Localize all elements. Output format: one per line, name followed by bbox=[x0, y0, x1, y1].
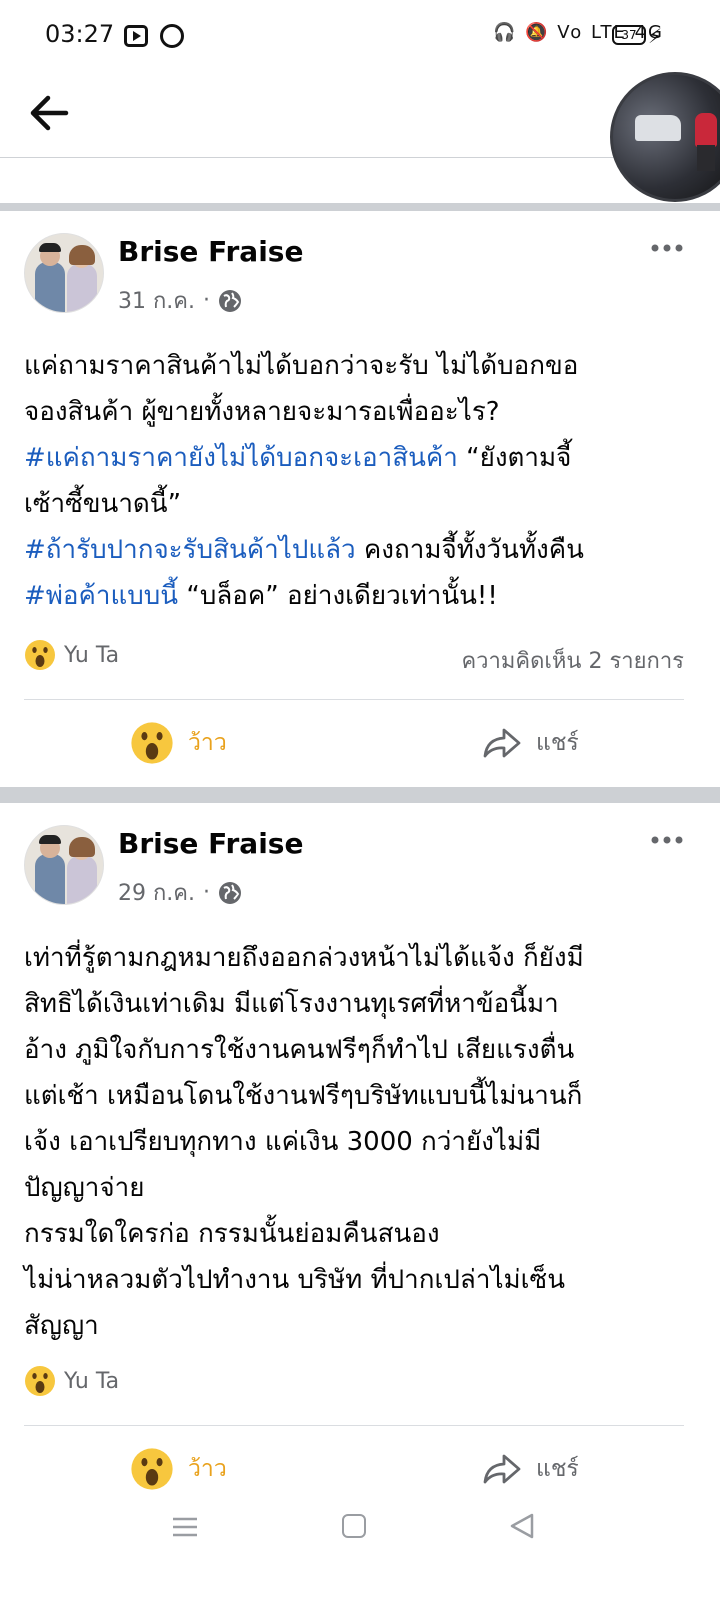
comments-count[interactable]: ความคิดเห็น 2 รายการ bbox=[461, 643, 684, 678]
post-text-line: กรรมใดใครก่อ กรรมนั้นย่อมคืนสนอง bbox=[24, 1211, 696, 1257]
post-text-segment: แต่เช้า เหมือนโดนใช้งานฟรีๆบริษัทแบบนี้ไ… bbox=[24, 1081, 583, 1111]
status-time: 03:27 bbox=[45, 20, 115, 48]
globe-icon bbox=[219, 881, 242, 904]
meta-separator: · bbox=[203, 288, 211, 313]
share-icon bbox=[483, 1454, 521, 1484]
post-text-line: สัญญา bbox=[24, 1303, 696, 1349]
post-text-segment: แค่ถามราคาสินค้าไม่ได้บอกว่าจะรับ ไม่ได้… bbox=[24, 351, 579, 381]
wow-label: ว้าว bbox=[188, 1456, 227, 1482]
avatar-figure bbox=[67, 856, 97, 904]
avatar-figure bbox=[69, 837, 95, 857]
hashtag-link[interactable]: #ถ้ารับปากจะรับสินค้าไปแล้ว bbox=[24, 535, 356, 565]
share-button[interactable]: แชร์ bbox=[482, 713, 579, 773]
feed-divider bbox=[0, 787, 720, 803]
post-text-line: แค่ถามราคาสินค้าไม่ได้บอกว่าจะรับ ไม่ได้… bbox=[24, 343, 696, 389]
recent-apps-icon[interactable] bbox=[172, 1516, 198, 1538]
post-text-segment: ปัญญาจ่าย bbox=[24, 1173, 145, 1203]
share-button[interactable]: แชร์ bbox=[482, 1439, 579, 1499]
hashtag-link[interactable]: #แค่ถามราคายังไม่ได้บอกจะเอาสินค้า bbox=[24, 443, 458, 473]
van-image-part bbox=[635, 115, 681, 141]
back-arrow-icon[interactable] bbox=[26, 90, 72, 136]
system-nav-bar bbox=[0, 1494, 720, 1600]
post-text-line: เท่าที่รู้ตามกฎหมายถึงออกล่วงหน้าไม่ได้แ… bbox=[24, 935, 696, 981]
post-text: เท่าที่รู้ตามกฎหมายถึงออกล่วงหน้าไม่ได้แ… bbox=[24, 935, 696, 1349]
more-options-icon[interactable] bbox=[650, 243, 684, 253]
wow-reaction-icon bbox=[25, 1366, 55, 1396]
post-text-segment: อ้าง ภูมิใจกับการใช้งานคนฟรีๆก็ทำไป เสีย… bbox=[24, 1035, 575, 1065]
post-text-line: #พ่อค้าแบบนี้ “บล็อค” อย่างเดียวเท่านั้น… bbox=[24, 573, 696, 619]
post-meta: 31 ก.ค. · bbox=[118, 283, 242, 318]
post-text-line: #ถ้ารับปากจะรับสินค้าไปแล้ว คงถามจี้ทั้ง… bbox=[24, 527, 696, 573]
avatar-figure bbox=[69, 245, 95, 265]
post-text-line: สิทธิได้เงินเท่าเดิม มีแต่โรงงานทุเรศที่… bbox=[24, 981, 696, 1027]
wow-reaction-icon bbox=[131, 722, 173, 764]
avatar-figure bbox=[39, 243, 61, 252]
more-options-icon[interactable] bbox=[650, 835, 684, 845]
author-name[interactable]: Brise Fraise bbox=[118, 827, 303, 860]
system-back-icon[interactable] bbox=[508, 1512, 536, 1540]
meta-separator: · bbox=[203, 880, 211, 905]
post-text-line: แต่เช้า เหมือนโดนใช้งานฟรีๆบริษัทแบบนี้ไ… bbox=[24, 1073, 696, 1119]
wow-button[interactable]: ว้าว bbox=[130, 1439, 227, 1499]
wow-reaction-icon bbox=[25, 640, 55, 670]
share-icon bbox=[483, 728, 521, 758]
reaction-summary[interactable]: Yu Ta ความคิดเห็น 2 รายการ bbox=[24, 639, 684, 679]
avatar-figure bbox=[35, 854, 65, 904]
post-text-segment: เจ้ง เอาเปรียบทุกทาง แค่เงิน 3000 กว่ายั… bbox=[24, 1127, 542, 1157]
feed-post: Brise Fraise 31 ก.ค. · แค่ถามราคาสินค้าไ… bbox=[0, 211, 720, 787]
action-separator bbox=[24, 699, 684, 700]
author-avatar[interactable] bbox=[24, 233, 104, 313]
post-text-segment: จองสินค้า ผู้ขายทั้งหลายจะมารอเพื่ออะไร? bbox=[24, 397, 500, 427]
post-text-segment: เซ้าซี้ขนาดนี้” bbox=[24, 489, 182, 519]
wow-button[interactable]: ว้าว bbox=[130, 713, 227, 773]
reactor-name: Yu Ta bbox=[64, 1369, 120, 1394]
battery-icon: 37 bbox=[612, 25, 646, 45]
author-avatar[interactable] bbox=[24, 825, 104, 905]
wow-label: ว้าว bbox=[188, 730, 227, 756]
post-text-line: อ้าง ภูมิใจกับการใช้งานคนฟรีๆก็ทำไป เสีย… bbox=[24, 1027, 696, 1073]
post-text-segment: คงถามจี้ทั้งวันทั้งคืน bbox=[355, 535, 584, 565]
feed-divider bbox=[0, 203, 720, 211]
home-button-icon[interactable] bbox=[342, 1514, 366, 1538]
post-meta: 29 ก.ค. · bbox=[118, 875, 242, 910]
avatar-figure bbox=[39, 835, 61, 844]
reaction-summary[interactable]: Yu Ta bbox=[24, 1365, 684, 1405]
share-label: แชร์ bbox=[536, 730, 579, 756]
post-date[interactable]: 29 ก.ค. bbox=[118, 875, 195, 910]
post-text-segment: สิทธิได้เงินเท่าเดิม มีแต่โรงงานทุเรศที่… bbox=[24, 989, 559, 1019]
post-text-line: #แค่ถามราคายังไม่ได้บอกจะเอาสินค้า “ยังต… bbox=[24, 435, 696, 481]
post-text-line: เซ้าซี้ขนาดนี้” bbox=[24, 481, 696, 527]
post-text-segment: สัญญา bbox=[24, 1311, 99, 1341]
person-image-part bbox=[695, 113, 717, 147]
post-text-line: เจ้ง เอาเปรียบทุกทาง แค่เงิน 3000 กว่ายั… bbox=[24, 1119, 696, 1165]
post-text: แค่ถามราคาสินค้าไม่ได้บอกว่าจะรับ ไม่ได้… bbox=[24, 343, 696, 619]
post-text-segment: “บล็อค” อย่างเดียวเท่านั้น!! bbox=[178, 581, 498, 611]
feed-post: Brise Fraise 29 ก.ค. · เท่าที่รู้ตามกฎหม… bbox=[0, 803, 720, 1503]
messenger-icon bbox=[160, 24, 184, 48]
globe-icon bbox=[219, 289, 242, 312]
post-text-line: ไม่น่าหลวมตัวไปทำงาน บริษัท ที่ปากเปล่าไ… bbox=[24, 1257, 696, 1303]
post-text-line: ปัญญาจ่าย bbox=[24, 1165, 696, 1211]
post-text-segment: กรรมใดใครก่อ กรรมนั้นย่อมคืนสนอง bbox=[24, 1219, 440, 1249]
hashtag-link[interactable]: #พ่อค้าแบบนี้ bbox=[24, 581, 178, 611]
wow-reaction-icon bbox=[131, 1448, 173, 1490]
post-text-segment: “ยังตามจี้ bbox=[457, 443, 572, 473]
youtube-icon bbox=[124, 25, 148, 47]
person-legs-image-part bbox=[697, 145, 715, 171]
charging-icon: ⚡ bbox=[648, 24, 663, 48]
author-name[interactable]: Brise Fraise bbox=[118, 235, 303, 268]
post-text-line: จองสินค้า ผู้ขายทั้งหลายจะมารอเพื่ออะไร? bbox=[24, 389, 696, 435]
share-label: แชร์ bbox=[536, 1456, 579, 1482]
action-separator bbox=[24, 1425, 684, 1426]
status-bar: 03:27 🎧 🔕 Vo LTE 4G 37 ⚡ bbox=[0, 0, 720, 72]
reactor-name: Yu Ta bbox=[64, 643, 120, 668]
avatar-figure bbox=[67, 264, 97, 312]
post-date[interactable]: 31 ก.ค. bbox=[118, 283, 195, 318]
post-text-segment: เท่าที่รู้ตามกฎหมายถึงออกล่วงหน้าไม่ได้แ… bbox=[24, 943, 584, 973]
avatar-figure bbox=[35, 262, 65, 312]
post-text-segment: ไม่น่าหลวมตัวไปทำงาน บริษัท ที่ปากเปล่าไ… bbox=[24, 1265, 565, 1295]
